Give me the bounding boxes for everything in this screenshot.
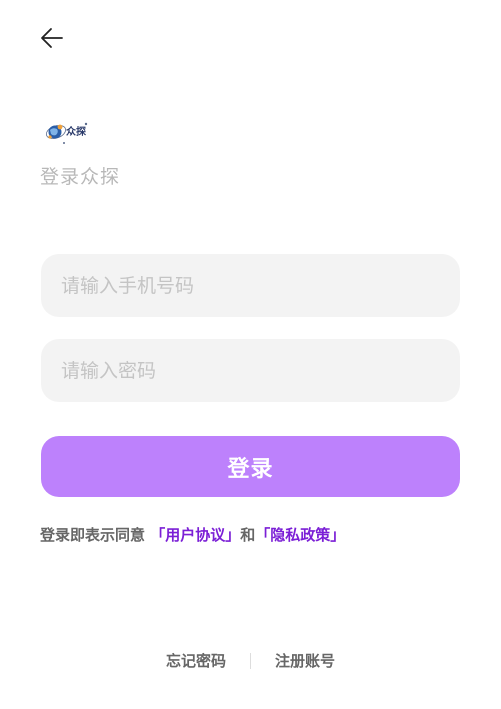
password-input[interactable] bbox=[41, 339, 460, 402]
phone-input-container bbox=[41, 254, 460, 317]
password-input-container bbox=[41, 339, 460, 402]
page-title: 登录众探 bbox=[40, 166, 121, 188]
app-logo: 众探 bbox=[44, 116, 92, 150]
back-button[interactable] bbox=[38, 24, 66, 52]
footer-divider bbox=[250, 652, 251, 669]
zhongtan-logo-icon: 众探 bbox=[45, 122, 88, 144]
agreement-conjunction: 和 bbox=[240, 526, 256, 544]
arrow-left-icon bbox=[41, 28, 63, 48]
user-agreement-link[interactable]: 「用户协议」 bbox=[150, 526, 240, 544]
agreement-text: 登录即表示同意 「用户协议」和「隐私政策」 bbox=[40, 524, 345, 545]
forgot-password-link[interactable]: 忘记密码 bbox=[164, 650, 228, 671]
svg-text:众探: 众探 bbox=[66, 125, 86, 138]
register-link[interactable]: 注册账号 bbox=[273, 650, 337, 671]
agreement-prefix: 登录即表示同意 bbox=[40, 526, 146, 544]
privacy-policy-link[interactable]: 「隐私政策」 bbox=[255, 526, 345, 544]
phone-input[interactable] bbox=[41, 254, 460, 317]
footer-links: 忘记密码 注册账号 bbox=[0, 650, 501, 671]
login-button[interactable]: 登录 bbox=[41, 436, 460, 497]
